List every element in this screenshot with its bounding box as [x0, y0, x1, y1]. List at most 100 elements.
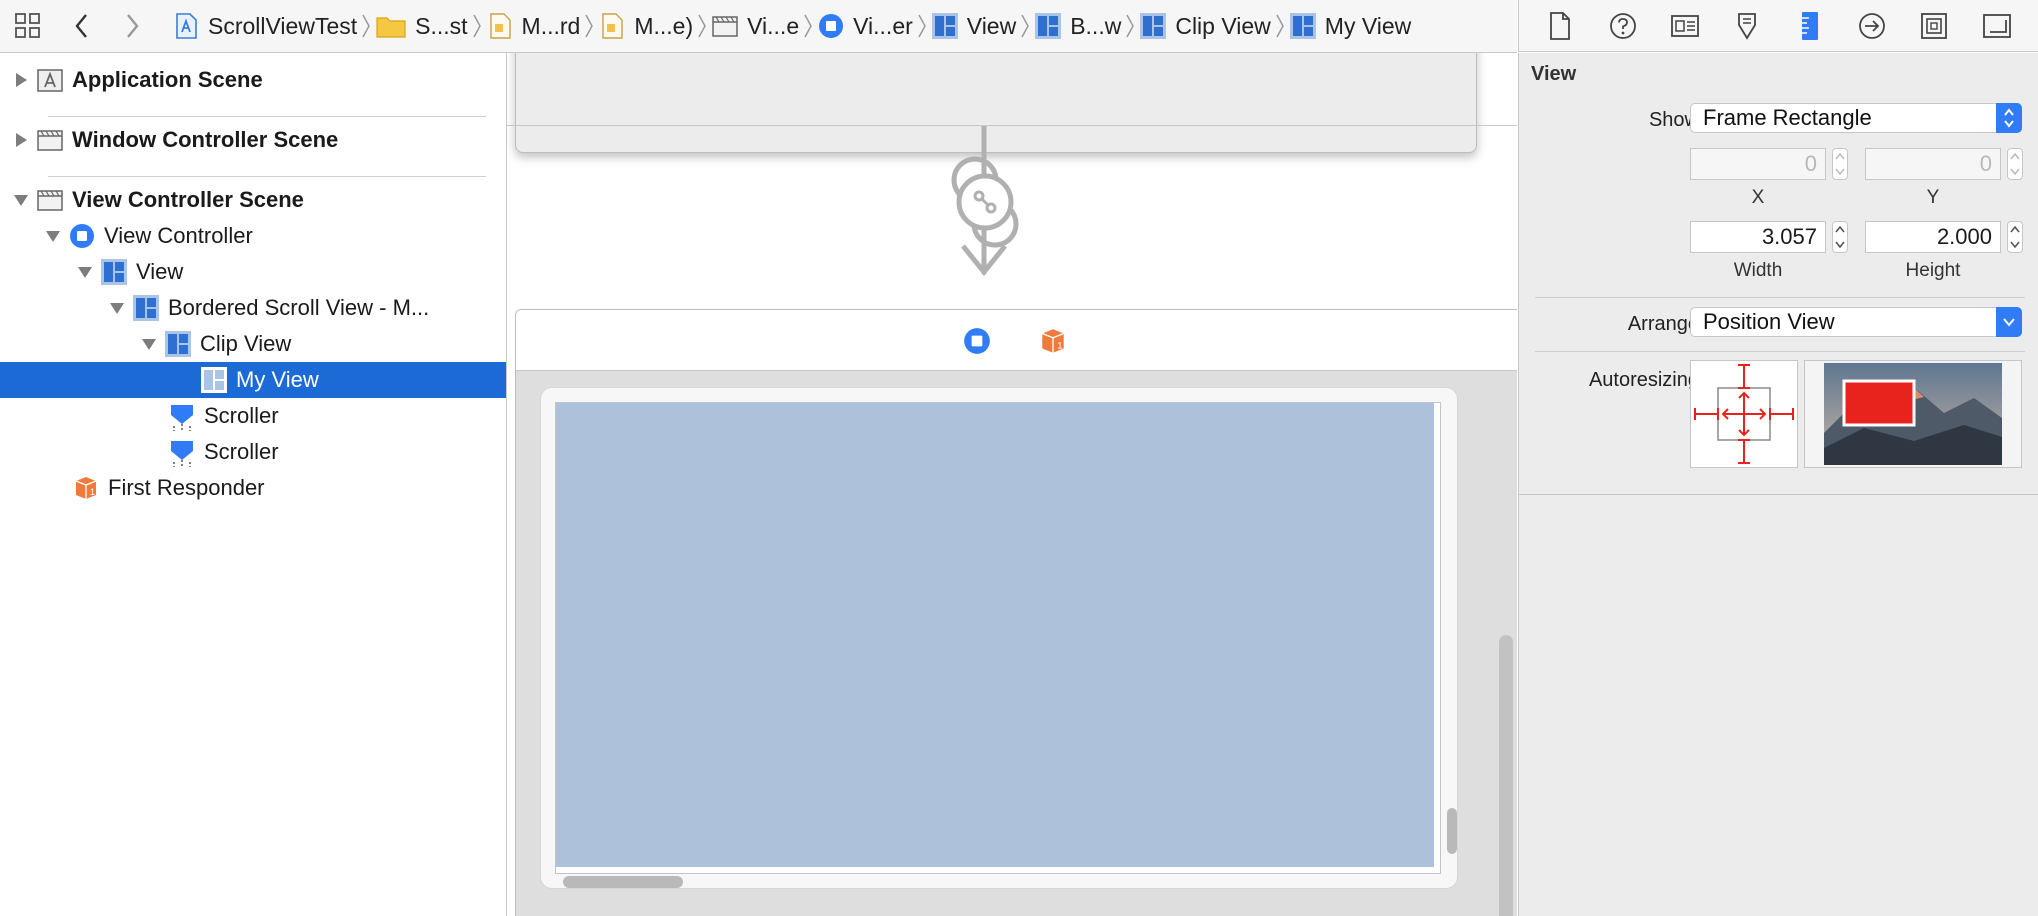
popup-stepper-icon — [1996, 103, 2022, 133]
inspector-section-title: View — [1531, 63, 1577, 85]
breadcrumb-item-scene[interactable]: Vi...e — [711, 0, 799, 52]
view-icon — [1289, 12, 1317, 40]
scene-dock: 1 — [516, 310, 1517, 371]
disclosure-triangle-down-icon[interactable] — [12, 191, 30, 209]
outline-item-first-responder[interactable]: 1 First Responder — [0, 470, 506, 506]
clip-view[interactable] — [555, 402, 1441, 874]
breadcrumb-separator-icon — [1121, 0, 1139, 52]
mountain-preview-image — [1824, 363, 2002, 465]
breadcrumb-item-bordered-scroll-view[interactable]: B...w — [1034, 0, 1121, 52]
disclosure-triangle-right-icon[interactable] — [12, 131, 30, 149]
breadcrumb-item-view-controller[interactable]: Vi...er — [817, 0, 913, 52]
inspector-divider — [1519, 494, 2038, 495]
vertical-scroller-knob[interactable] — [1447, 808, 1457, 854]
outline-item-view[interactable]: View — [0, 254, 506, 290]
disclosure-triangle-down-icon[interactable] — [140, 335, 158, 353]
view-icon — [931, 12, 959, 40]
view-icon — [1034, 12, 1062, 40]
breadcrumb-separator-icon — [913, 0, 931, 52]
connections-inspector-icon[interactable] — [1855, 9, 1889, 43]
autoresizing-label: Autoresizing — [1588, 369, 1699, 391]
breadcrumb-item-storyboard[interactable]: M...rd — [486, 0, 580, 52]
relationship-segue-icon[interactable] — [945, 126, 1025, 276]
outline-item-application-scene[interactable]: Application Scene — [0, 62, 506, 98]
breadcrumb-separator-icon — [580, 0, 598, 52]
autoresizing-mask-editor[interactable] — [1690, 360, 1798, 468]
disclosure-triangle-down-icon[interactable] — [76, 263, 94, 281]
width-stepper[interactable] — [1832, 221, 1848, 253]
outline-item-scroller[interactable]: Scroller — [0, 434, 506, 470]
view-controller-icon — [68, 222, 96, 250]
size-inspector-icon[interactable] — [1793, 9, 1827, 43]
view-controller-icon — [817, 12, 845, 40]
disclosure-triangle-down-icon[interactable] — [108, 299, 126, 317]
x-field[interactable]: 0 — [1690, 148, 1826, 180]
attributes-inspector-icon[interactable] — [1730, 9, 1764, 43]
related-items-icon[interactable] — [8, 6, 48, 46]
storyboard-icon — [598, 12, 626, 40]
forward-icon[interactable] — [112, 6, 152, 46]
breadcrumb-separator-icon — [468, 0, 486, 52]
breadcrumb-separator-icon — [357, 0, 375, 52]
height-field[interactable]: 2.000 — [1865, 221, 2001, 253]
breadcrumb-item-project[interactable]: ScrollViewTest — [172, 0, 357, 52]
folder-icon — [375, 12, 407, 40]
outline-item-clip-view[interactable]: Clip View — [0, 326, 506, 362]
canvas-scrollbar[interactable] — [1499, 635, 1513, 916]
bindings-inspector-icon[interactable] — [1917, 9, 1951, 43]
outline-item-view-controller[interactable]: View Controller — [0, 218, 506, 254]
disclosure-triangle-down-icon[interactable] — [44, 227, 62, 245]
bordered-scroll-view[interactable] — [540, 387, 1458, 889]
x-label: X — [1751, 187, 1765, 208]
height-label: Height — [1905, 260, 1961, 281]
outline-item-window-controller-scene[interactable]: Window Controller Scene — [0, 122, 506, 158]
view-icon — [164, 330, 192, 358]
breadcrumb-separator-icon — [693, 0, 711, 52]
autoresizing-preview — [1804, 360, 2022, 468]
view-controller-icon[interactable] — [962, 326, 992, 362]
breadcrumb-item-clip-view[interactable]: Clip View — [1139, 0, 1271, 52]
effects-inspector-icon[interactable] — [1980, 9, 2014, 43]
breadcrumb-separator-icon — [1016, 0, 1034, 52]
first-responder-icon: 1 — [72, 474, 100, 502]
breadcrumb-item-view[interactable]: View — [931, 0, 1016, 52]
view-controller-scene-frame[interactable]: 1 — [515, 309, 1517, 916]
inspector-divider — [1535, 297, 2025, 298]
scroller-icon — [168, 438, 196, 467]
width-field[interactable]: 3.057 — [1690, 221, 1826, 253]
outline-item-my-view[interactable]: My View — [0, 362, 506, 398]
inspector-toolbar — [1518, 0, 2038, 52]
height-stepper[interactable] — [2007, 221, 2023, 253]
view-icon — [132, 294, 160, 322]
first-responder-icon[interactable]: 1 — [1038, 326, 1068, 362]
breadcrumb-item-my-view[interactable]: My View — [1289, 0, 1411, 52]
y-stepper[interactable] — [2007, 148, 2023, 180]
outline-item-scroller[interactable]: Scroller — [0, 398, 506, 434]
document-outline: Application Scene Window Controller Scen… — [0, 53, 507, 916]
horizontal-scroller-knob[interactable] — [563, 876, 683, 888]
file-inspector-icon[interactable] — [1543, 9, 1577, 43]
view-icon — [200, 366, 228, 394]
disclosure-triangle-right-icon[interactable] — [12, 71, 30, 89]
x-stepper[interactable] — [1832, 148, 1848, 180]
y-field[interactable]: 0 — [1865, 148, 2001, 180]
help-inspector-icon[interactable] — [1606, 9, 1640, 43]
root-view[interactable] — [516, 371, 1517, 916]
my-view[interactable] — [556, 403, 1434, 867]
svg-text:1: 1 — [90, 487, 95, 497]
width-label: Width — [1733, 260, 1783, 281]
breadcrumb-separator-icon — [799, 0, 817, 52]
show-label: Show — [1648, 109, 1699, 131]
breadcrumb-item-folder[interactable]: S...st — [375, 0, 468, 52]
identity-inspector-icon[interactable] — [1668, 9, 1702, 43]
arrange-popup[interactable]: Position View — [1690, 307, 2022, 337]
scene-divider — [48, 116, 486, 117]
breadcrumb-item-storyboard-localized[interactable]: M...e) — [598, 0, 693, 52]
back-icon[interactable] — [62, 6, 102, 46]
interface-builder-canvas[interactable]: 1 — [507, 53, 1517, 916]
outline-item-view-controller-scene[interactable]: View Controller Scene — [0, 182, 506, 218]
show-popup[interactable]: Frame Rectangle — [1690, 103, 2022, 133]
scene-icon — [36, 126, 64, 154]
y-label: Y — [1926, 187, 1940, 208]
outline-item-bordered-scroll-view[interactable]: Bordered Scroll View - M... — [0, 290, 506, 326]
